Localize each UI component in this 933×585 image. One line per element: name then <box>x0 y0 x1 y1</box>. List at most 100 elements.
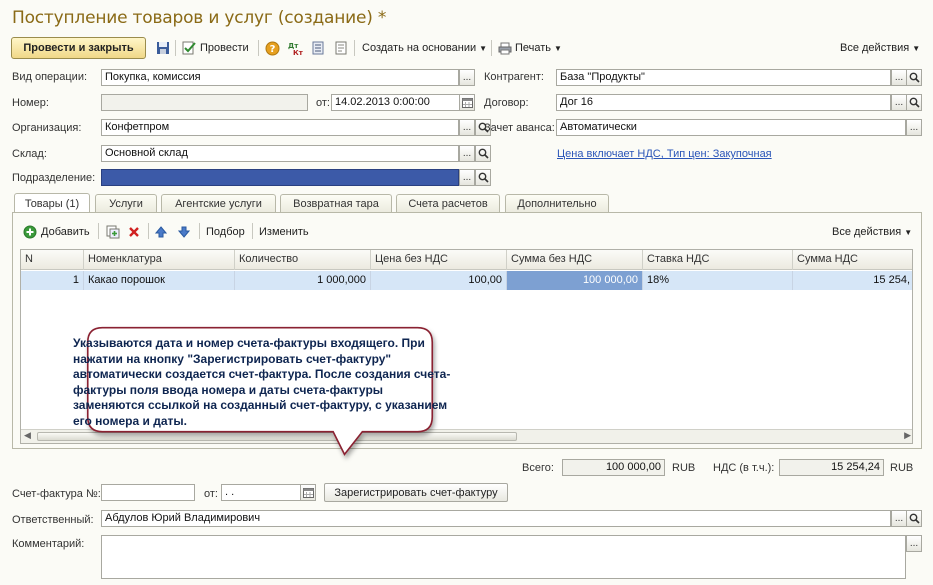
tab-settlement-accounts[interactable]: Счета расчетов <box>396 194 500 212</box>
price-settings-link[interactable]: Цена включает НДС, Тип цен: Закупочная <box>557 148 772 160</box>
copy-row-icon[interactable] <box>106 223 120 241</box>
invoice-number-label: Счет-фактура №: <box>12 488 101 500</box>
tab-additional[interactable]: Дополнительно <box>505 194 609 212</box>
search-icon[interactable] <box>906 510 922 527</box>
move-down-icon[interactable] <box>178 223 190 241</box>
column-header-price[interactable]: Цена без НДС <box>371 250 507 270</box>
vat-total-label: НДС (в т.ч.): <box>713 462 775 474</box>
advance-label: Зачет аванса: <box>484 122 555 134</box>
move-up-icon[interactable] <box>155 223 167 241</box>
column-header-vat-rate[interactable]: Ставка НДС <box>643 250 793 270</box>
vat-total-field: 15 254,24 <box>779 459 884 476</box>
total-currency: RUB <box>672 462 696 474</box>
help-icon[interactable]: ? <box>265 39 280 57</box>
delete-row-icon[interactable] <box>128 223 140 241</box>
cell-vat-sum[interactable]: 15 254, <box>793 271 912 290</box>
column-header-item[interactable]: Номенклатура <box>84 250 235 270</box>
calendar-icon[interactable] <box>459 94 475 111</box>
table-all-actions-label: Все действия <box>832 226 902 238</box>
tab-returnable-packaging[interactable]: Возвратная тара <box>280 194 392 212</box>
structure-icon[interactable] <box>312 39 324 57</box>
tab-services[interactable]: Услуги <box>95 194 157 212</box>
create-based-on-menu[interactable]: Создать на основании ▼ <box>362 39 487 57</box>
contract-field[interactable]: Дог 16 <box>556 94 891 111</box>
advance-choose-button[interactable]: ... <box>906 119 922 136</box>
cell-quantity[interactable]: 1 000,000 <box>235 271 371 290</box>
column-header-sum[interactable]: Сумма без НДС <box>507 250 643 270</box>
comment-field[interactable] <box>101 535 906 579</box>
scroll-right-icon[interactable]: ▶ <box>904 430 911 441</box>
contract-label: Договор: <box>484 97 529 109</box>
tab-goods[interactable]: Товары (1) <box>14 193 90 213</box>
add-row-button[interactable]: Добавить <box>23 223 90 241</box>
callout-text: Указываются дата и номер счета-фактуры в… <box>73 336 451 428</box>
organization-choose-button[interactable]: ... <box>459 119 475 136</box>
add-label: Добавить <box>41 226 90 238</box>
responsible-label: Ответственный: <box>12 514 94 526</box>
contractor-label: Контрагент: <box>484 71 544 83</box>
invoice-date-field[interactable]: . . <box>221 484 301 501</box>
warehouse-choose-button[interactable]: ... <box>459 145 475 162</box>
responsible-choose-button[interactable]: ... <box>891 510 907 527</box>
cell-item[interactable]: Какао порошок <box>84 271 235 290</box>
vat-currency: RUB <box>890 462 914 474</box>
invoice-date-label: от: <box>204 488 218 500</box>
column-header-n[interactable]: N <box>21 250 84 270</box>
search-icon[interactable] <box>906 69 922 86</box>
cell-sum[interactable]: 100 000,00 <box>507 271 643 290</box>
search-icon[interactable] <box>475 169 491 186</box>
post-and-close-button[interactable]: Провести и закрыть <box>11 37 146 59</box>
print-menu[interactable]: Печать ▼ <box>498 39 562 57</box>
change-button[interactable]: Изменить <box>259 223 309 241</box>
print-label: Печать <box>515 42 552 54</box>
contractor-field[interactable]: База "Продукты" <box>556 69 891 86</box>
document-icon[interactable] <box>335 39 347 57</box>
cell-price[interactable]: 100,00 <box>371 271 507 290</box>
contractor-choose-button[interactable]: ... <box>891 69 907 86</box>
comment-label: Комментарий: <box>12 538 85 550</box>
table-all-actions-menu[interactable]: Все действия ▼ <box>832 223 912 241</box>
dt-kt-icon[interactable]: Дт Кт <box>287 39 303 57</box>
all-actions-menu[interactable]: Все действия ▼ <box>840 39 920 57</box>
division-field[interactable] <box>101 169 459 186</box>
dropdown-arrow-icon: ▼ <box>904 227 913 237</box>
cell-n[interactable]: 1 <box>21 271 84 290</box>
warehouse-field[interactable]: Основной склад <box>101 145 459 162</box>
operation-type-choose-button[interactable]: ... <box>459 69 475 86</box>
organization-field[interactable]: Конфетпром <box>101 119 459 136</box>
column-header-vat-sum[interactable]: Сумма НДС <box>793 250 912 270</box>
number-label: Номер: <box>12 97 49 109</box>
comment-edit-button[interactable]: ... <box>906 535 922 552</box>
division-choose-button[interactable]: ... <box>459 169 475 186</box>
total-field: 100 000,00 <box>562 459 665 476</box>
save-icon[interactable] <box>156 39 170 57</box>
cell-vat-rate[interactable]: 18% <box>643 271 793 290</box>
operation-type-field[interactable]: Покупка, комиссия <box>101 69 459 86</box>
selection-button[interactable]: Подбор <box>206 223 245 241</box>
printer-icon <box>498 42 512 54</box>
create-based-on-label: Создать на основании <box>362 42 477 54</box>
column-header-quantity[interactable]: Количество <box>235 250 371 270</box>
dropdown-arrow-icon: ▼ <box>554 43 562 53</box>
date-field[interactable]: 14.02.2013 0:00:00 <box>331 94 460 111</box>
calendar-icon[interactable] <box>300 484 316 501</box>
warehouse-label: Склад: <box>12 148 47 160</box>
post-icon <box>182 41 196 55</box>
search-icon[interactable] <box>475 145 491 162</box>
tab-agent-services[interactable]: Агентские услуги <box>161 194 276 212</box>
table-row[interactable]: 1 Какао порошок 1 000,000 100,00 100 000… <box>21 271 912 290</box>
add-icon <box>23 225 37 239</box>
register-invoice-button[interactable]: Зарегистрировать счет-фактуру <box>324 483 508 502</box>
post-button[interactable]: Провести <box>182 39 249 57</box>
scroll-left-icon[interactable]: ◀ <box>24 430 31 441</box>
search-icon[interactable] <box>906 94 922 111</box>
post-label: Провести <box>200 42 249 54</box>
responsible-field[interactable]: Абдулов Юрий Владимирович <box>101 510 891 527</box>
division-label: Подразделение: <box>12 172 96 184</box>
number-field[interactable] <box>101 94 308 111</box>
all-actions-label: Все действия <box>840 42 910 54</box>
contract-choose-button[interactable]: ... <box>891 94 907 111</box>
invoice-number-field[interactable] <box>101 484 195 501</box>
advance-field[interactable]: Автоматически <box>556 119 906 136</box>
dropdown-arrow-icon: ▼ <box>912 43 921 53</box>
